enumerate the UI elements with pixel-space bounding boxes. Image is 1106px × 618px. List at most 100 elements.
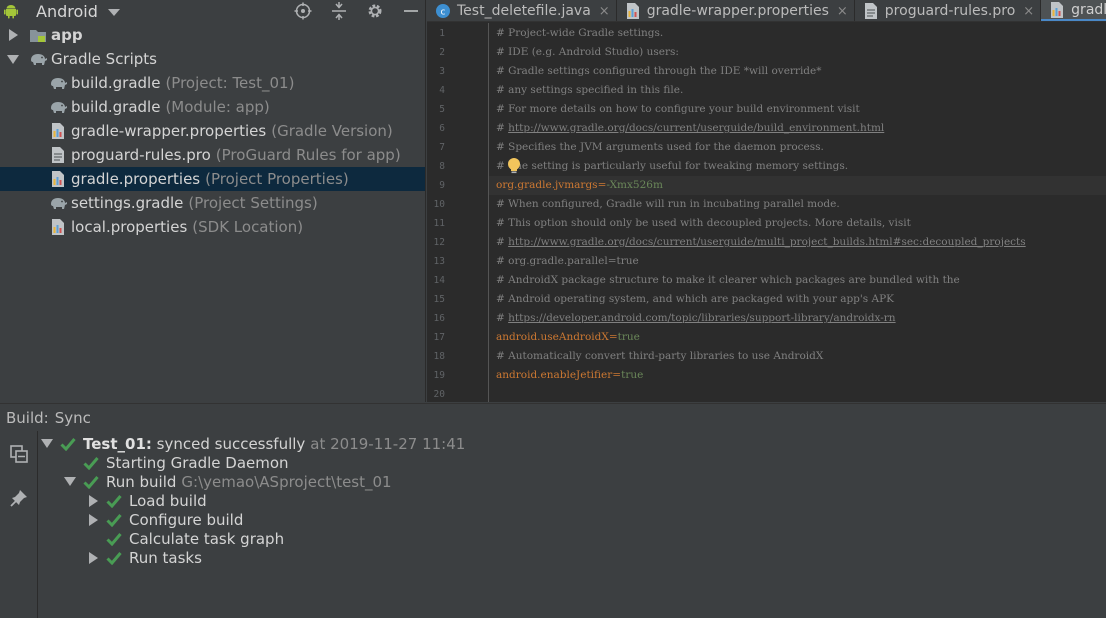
code-token: # AndroidX package structure to make it … (496, 274, 960, 286)
line-number: 2 (439, 47, 445, 58)
build-step-label: Run build (106, 472, 177, 491)
minimize-icon[interactable] (400, 1, 422, 21)
code-line[interactable]: # AndroidX package structure to make it … (496, 271, 960, 290)
tree-item-hint: (ProGuard Rules for app) (215, 146, 401, 164)
code-token: true (617, 331, 640, 343)
chevron-right-icon[interactable] (8, 29, 18, 41)
editor-tab[interactable]: c Test_deletefile.java × (427, 0, 617, 21)
project-view-selector[interactable]: Android (36, 2, 98, 21)
chevron-right-icon[interactable] (88, 513, 98, 526)
tree-item[interactable]: settings.gradle (Project Settings) (0, 191, 425, 215)
build-tree-item[interactable]: Configure build (88, 510, 243, 529)
code-line[interactable]: # When configured, Gradle will run in in… (496, 195, 840, 214)
code-line[interactable]: # any settings specified in this file. (496, 81, 683, 100)
code-token: # The setting is particularly useful for… (496, 160, 849, 172)
build-tree-item[interactable]: Calculate task graph (88, 529, 284, 548)
code-line[interactable]: # The setting is particularly useful for… (496, 157, 848, 176)
code-line[interactable]: # This option should only be used with d… (496, 214, 911, 233)
properties-file-icon (1049, 1, 1065, 18)
tree-item-label: build.gradle (71, 98, 161, 116)
code-token: android.useAndroidX (496, 331, 609, 343)
editor-tab[interactable]: proguard-rules.pro × (855, 0, 1042, 21)
code-line[interactable]: # Android operating system, and which ar… (496, 290, 894, 309)
code-line[interactable]: # For more details on how to configure y… (496, 100, 860, 119)
code-line[interactable]: android.enableJetifier=true (496, 366, 643, 385)
lightbulb-icon[interactable] (507, 157, 521, 175)
pin-icon[interactable] (8, 487, 30, 509)
code-link[interactable]: https://developer.android.com/topic/libr… (508, 312, 895, 324)
code-token: # (496, 122, 509, 134)
collapse-all-icon[interactable] (328, 1, 350, 21)
tree-item-label: build.gradle (71, 74, 161, 92)
editor-tab-label: Test_deletefile.java (457, 3, 591, 19)
editor-tab-label: gradle.properties (1071, 1, 1106, 18)
tree-item[interactable]: Gradle Scripts (0, 47, 425, 71)
tree-item[interactable]: proguard-rules.pro (ProGuard Rules for ap… (0, 143, 425, 167)
line-number: 6 (439, 123, 445, 134)
build-step-detail: G:\yemao\ASproject\test_01 (181, 472, 392, 491)
code-line[interactable]: # IDE (e.g. Android Studio) users: (496, 43, 679, 62)
restore-layout-icon[interactable] (8, 443, 30, 465)
close-icon[interactable]: × (1023, 4, 1034, 19)
tree-item[interactable]: gradle-wrapper.properties (Gradle Version… (0, 119, 425, 143)
chevron-right-icon[interactable] (88, 551, 98, 564)
line-number-gutter (427, 23, 489, 402)
editor-tab[interactable]: gradle-wrapper.properties × (617, 0, 855, 21)
code-line[interactable]: # Project-wide Gradle settings. (496, 24, 663, 43)
properties-file-icon (48, 122, 68, 140)
chevron-down-icon[interactable] (7, 54, 19, 64)
close-icon[interactable]: × (837, 4, 848, 19)
close-icon[interactable]: × (599, 4, 610, 19)
success-check-icon (106, 532, 122, 546)
properties-file-icon (48, 170, 68, 188)
chevron-right-icon[interactable] (88, 494, 98, 507)
tree-item-label: app (51, 26, 83, 44)
project-header-tools (292, 0, 422, 22)
build-step-label: Calculate task graph (129, 529, 285, 548)
code-line[interactable]: # Automatically convert third-party libr… (496, 347, 823, 366)
build-tree-item[interactable]: Starting Gradle Daemon (65, 453, 289, 472)
build-header: Build: Sync (0, 404, 1106, 431)
chevron-down-icon[interactable] (41, 439, 53, 449)
tree-item[interactable]: build.gradle (Module: app) (0, 95, 425, 119)
build-tree-item[interactable]: Test_01: synced successfully at 2019-11-2… (41, 434, 465, 453)
build-tree-item[interactable]: Run tasks (88, 548, 202, 567)
code-line[interactable]: # http://www.gradle.org/docs/current/use… (496, 233, 1026, 252)
line-number: 7 (439, 142, 445, 153)
code-line[interactable]: # Gradle settings configured through the… (496, 62, 822, 81)
line-number: 15 (433, 294, 445, 305)
code-link[interactable]: http://www.gradle.org/docs/current/userg… (508, 122, 884, 134)
tree-item[interactable]: local.properties (SDK Location) (0, 215, 425, 239)
code-line[interactable]: # https://developer.android.com/topic/li… (496, 309, 896, 328)
editor-tab-label: gradle-wrapper.properties (646, 3, 829, 19)
code-area[interactable]: 1 # Project-wide Gradle settings. 2 # IDE (… (427, 23, 1106, 402)
tree-item[interactable]: app (0, 23, 425, 47)
build-tree-item[interactable]: Load build (88, 491, 207, 510)
tree-item[interactable]: gradle.properties (Project Properties) (0, 167, 425, 191)
code-line[interactable]: org.gradle.jvmargs=-Xmx526m (496, 176, 663, 195)
code-link[interactable]: http://www.gradle.org/docs/current/userg… (508, 236, 1026, 248)
editor-tab[interactable]: gradle.properties (1041, 0, 1106, 21)
line-number: 3 (439, 66, 445, 77)
tree-item-hint: (Gradle Version) (271, 122, 393, 140)
code-line[interactable]: # Specifies the JVM arguments used for t… (496, 138, 824, 157)
code-token: # (496, 236, 509, 248)
locate-target-icon[interactable] (292, 1, 314, 21)
tree-item[interactable]: build.gradle (Project: Test_01) (0, 71, 425, 95)
project-tree: app Gradle Scripts build.gradle (Project: T… (0, 23, 425, 239)
chevron-down-icon[interactable] (64, 477, 76, 487)
tree-item-label: settings.gradle (71, 194, 184, 212)
chevron-down-icon[interactable] (107, 8, 120, 16)
line-number: 11 (433, 218, 445, 229)
build-tab-sync[interactable]: Sync (55, 409, 91, 427)
line-number: 16 (433, 313, 445, 324)
android-icon (0, 2, 22, 20)
code-token: -Xmx526m (606, 179, 663, 191)
code-line[interactable]: android.useAndroidX=true (496, 328, 640, 347)
build-tree-item[interactable]: Run build G:\yemao\ASproject\test_01 (64, 472, 392, 491)
gear-icon[interactable] (364, 1, 386, 21)
properties-file-icon (625, 3, 641, 19)
code-line[interactable]: # http://www.gradle.org/docs/current/use… (496, 119, 884, 138)
code-line[interactable]: # org.gradle.parallel=true (496, 252, 639, 271)
tree-item-label: gradle.properties (71, 170, 201, 188)
